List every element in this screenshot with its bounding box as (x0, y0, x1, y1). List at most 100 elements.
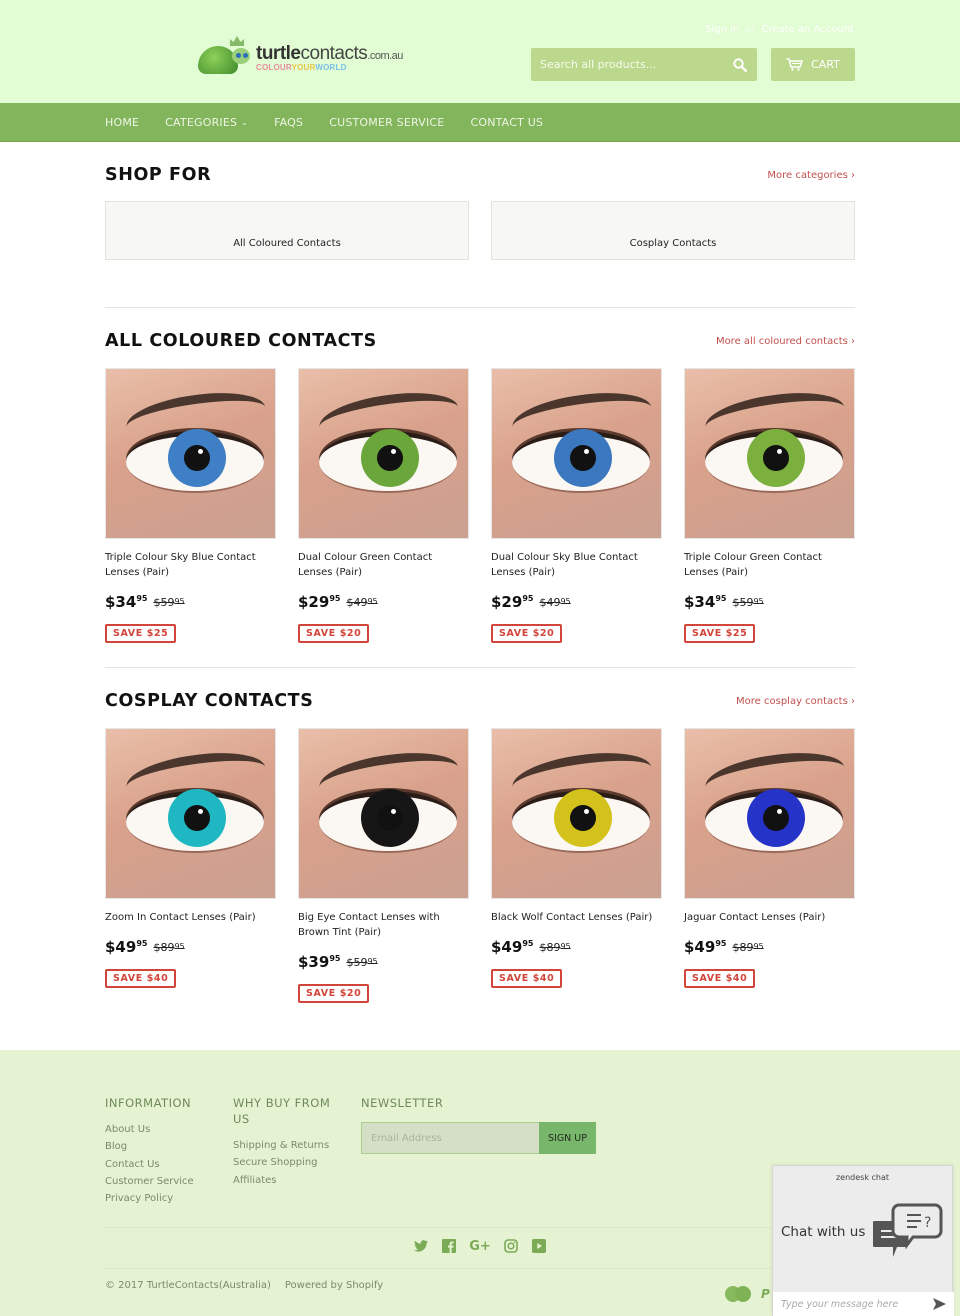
pupil (377, 445, 403, 471)
price-row: $3995 $5995 (298, 953, 469, 971)
all-coloured-contacts-section: ALL COLOURED CONTACTS More all coloured … (105, 331, 855, 643)
shop-for-section: SHOP FOR More categories › All Coloured … (105, 165, 855, 260)
section-title: SHOP FOR (105, 165, 212, 185)
copyright: © 2017 TurtleContacts(Australia) Powered… (105, 1280, 383, 1291)
category-cosplay-contacts[interactable]: Cosplay Contacts (491, 201, 855, 260)
footer-link-customer-service[interactable]: Customer Service (105, 1173, 215, 1190)
nav-home[interactable]: HOME (105, 116, 139, 129)
glint (391, 449, 396, 454)
product-card[interactable]: Big Eye Contact Lenses with Brown Tint (… (298, 728, 469, 1003)
footer-link-secure-shopping[interactable]: Secure Shopping (233, 1154, 343, 1171)
search-button[interactable] (723, 48, 757, 81)
save-badge: SAVE $25 (684, 624, 756, 643)
sign-up-button[interactable]: SIGN UP (539, 1122, 596, 1154)
payment-icons: P (725, 1286, 770, 1302)
sale-price: $4995 (491, 938, 534, 956)
nav-contact-us[interactable]: CONTACT US (470, 116, 543, 129)
cart-button[interactable]: CART (771, 48, 855, 81)
product-title[interactable]: Dual Colour Green Contact Lenses (Pair) (298, 550, 469, 580)
pupil (184, 445, 210, 471)
google-plus-icon[interactable]: G+ (469, 1238, 491, 1254)
footer-link-blog[interactable]: Blog (105, 1138, 215, 1155)
product-card[interactable]: Dual Colour Sky Blue Contact Lenses (Pai… (491, 368, 662, 643)
powered-by-shopify-link[interactable]: Powered by Shopify (285, 1280, 383, 1291)
pupil (763, 445, 789, 471)
save-badge: SAVE $40 (105, 969, 177, 988)
youtube-icon[interactable] (531, 1238, 547, 1254)
create-account-link[interactable]: Create an Account (762, 24, 854, 35)
product-title[interactable]: Black Wolf Contact Lenses (Pair) (491, 910, 662, 925)
chat-message-bar (773, 1292, 954, 1316)
search-input[interactable] (531, 58, 723, 71)
save-badge: SAVE $20 (491, 624, 563, 643)
product-card[interactable]: Dual Colour Green Contact Lenses (Pair) … (298, 368, 469, 643)
product-grid: Triple Colour Sky Blue Contact Lenses (P… (105, 368, 855, 643)
newsletter-email-input[interactable] (361, 1122, 539, 1154)
sale-price: $2995 (491, 593, 534, 611)
product-image[interactable] (298, 368, 469, 539)
original-price: $8995 (732, 941, 764, 954)
product-title[interactable]: Zoom In Contact Lenses (Pair) (105, 910, 276, 925)
pupil (377, 805, 403, 831)
site-header: turtlecontacts.com.au COLOURYOURWORLD Si… (0, 0, 960, 103)
product-grid: Zoom In Contact Lenses (Pair) $4995 $899… (105, 728, 855, 1003)
product-card[interactable]: Zoom In Contact Lenses (Pair) $4995 $899… (105, 728, 276, 1003)
footer-heading: NEWSLETTER (361, 1096, 444, 1110)
section-divider (105, 307, 855, 308)
send-icon (933, 1298, 946, 1310)
product-title[interactable]: Triple Colour Sky Blue Contact Lenses (P… (105, 550, 276, 580)
product-title[interactable]: Triple Colour Green Contact Lenses (Pair… (684, 550, 855, 580)
product-card[interactable]: Jaguar Contact Lenses (Pair) $4995 $8995… (684, 728, 855, 1003)
nav-faqs[interactable]: FAQS (274, 116, 303, 129)
copyright-text: © 2017 TurtleContacts(Australia) (105, 1280, 271, 1291)
zendesk-chat-widget[interactable]: zendesk chat Chat with us ? (772, 1165, 954, 1316)
sale-price: $3495 (684, 593, 727, 611)
category-all-coloured-contacts[interactable]: All Coloured Contacts (105, 201, 469, 260)
product-image[interactable] (105, 368, 276, 539)
product-card[interactable]: Black Wolf Contact Lenses (Pair) $4995 $… (491, 728, 662, 1003)
save-badge: SAVE $40 (684, 969, 756, 988)
instagram-icon[interactable] (503, 1238, 519, 1254)
product-card[interactable]: Triple Colour Green Contact Lenses (Pair… (684, 368, 855, 643)
product-image[interactable] (105, 728, 276, 899)
price-row: $2995 $4995 (491, 593, 662, 611)
footer-link-affiliates[interactable]: Affiliates (233, 1172, 343, 1189)
footer-link-about-us[interactable]: About Us (105, 1121, 215, 1138)
product-card[interactable]: Triple Colour Sky Blue Contact Lenses (P… (105, 368, 276, 643)
product-image[interactable] (684, 368, 855, 539)
price-row: $4995 $8995 (684, 938, 855, 956)
product-image[interactable] (298, 728, 469, 899)
footer-link-shipping-returns[interactable]: Shipping & Returns (233, 1137, 343, 1154)
footer-link-privacy-policy[interactable]: Privacy Policy (105, 1190, 215, 1207)
original-price: $5995 (346, 956, 378, 969)
product-title[interactable]: Big Eye Contact Lenses with Brown Tint (… (298, 910, 469, 940)
section-title: COSPLAY CONTACTS (105, 691, 314, 711)
product-image[interactable] (684, 728, 855, 899)
pupil (763, 805, 789, 831)
product-image[interactable] (491, 728, 662, 899)
svg-text:?: ? (924, 1215, 931, 1231)
more-categories-link[interactable]: More categories › (767, 170, 855, 181)
chevron-down-icon: ⌄ (241, 117, 249, 127)
nav-customer-service[interactable]: CUSTOMER SERVICE (329, 116, 444, 129)
twitter-icon[interactable] (413, 1238, 429, 1254)
chat-message-input[interactable] (781, 1298, 921, 1310)
chat-title: Chat with us (781, 1224, 866, 1240)
sign-in-link[interactable]: Sign in (705, 24, 739, 35)
product-image[interactable] (491, 368, 662, 539)
logo[interactable]: turtlecontacts.com.au COLOURYOURWORLD (196, 36, 403, 80)
product-title[interactable]: Dual Colour Sky Blue Contact Lenses (Pai… (491, 550, 662, 580)
sale-price: $4995 (105, 938, 148, 956)
price-row: $3495 $5995 (105, 593, 276, 611)
send-button[interactable] (933, 1298, 946, 1310)
product-title[interactable]: Jaguar Contact Lenses (Pair) (684, 910, 855, 925)
category-label: Cosplay Contacts (629, 238, 717, 249)
footer-information: INFORMATION About Us Blog Contact Us Cus… (105, 1095, 215, 1207)
facebook-icon[interactable] (441, 1238, 457, 1254)
original-price: $5995 (153, 596, 185, 609)
nav-categories[interactable]: CATEGORIES ⌄ (165, 116, 248, 129)
footer-link-contact-us[interactable]: Contact Us (105, 1156, 215, 1173)
more-all-coloured-contacts-link[interactable]: More all coloured contacts › (716, 336, 855, 347)
section-divider (105, 667, 855, 668)
more-cosplay-contacts-link[interactable]: More cosplay contacts › (736, 696, 855, 707)
